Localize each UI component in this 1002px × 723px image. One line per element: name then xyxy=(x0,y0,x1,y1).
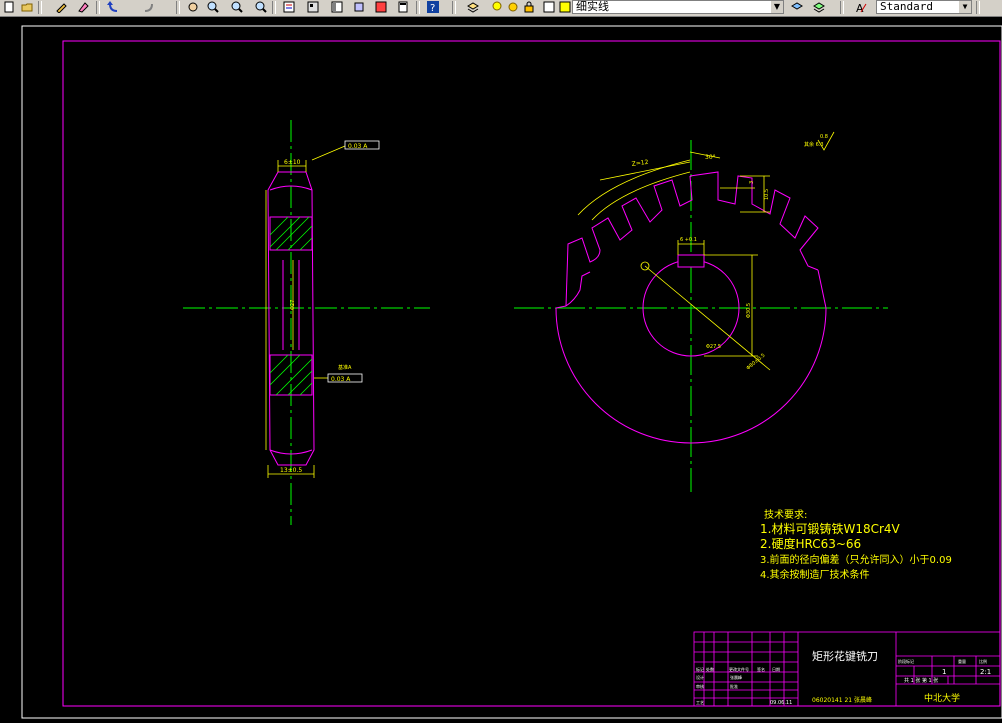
redo-icon[interactable] xyxy=(142,0,156,14)
toolbar-separator xyxy=(176,1,180,14)
lock-icon[interactable] xyxy=(522,0,536,14)
datum-label: 基准A xyxy=(338,364,352,371)
zoom-window-icon[interactable] xyxy=(230,0,244,14)
side-view: 6±10 13±0.5 Φ27 0.03 A 0.03 A 基准A xyxy=(183,120,430,525)
sheet-set-icon[interactable] xyxy=(352,0,366,14)
open-icon[interactable] xyxy=(20,0,34,14)
layer-dropdown[interactable]: 细实线 ▼ xyxy=(572,0,784,14)
front-view: Z=12 30° 3 10.5 6 +0.1 Φ30.5 Φ80±0.5 Φ27… xyxy=(514,131,888,492)
toolbar-separator xyxy=(96,1,100,14)
sheet-info: 共 1 张 第 1 张 xyxy=(904,677,938,684)
outer-dia-dim: Φ80±0.5 xyxy=(745,353,766,372)
front-keyway xyxy=(677,254,705,268)
bulb-icon[interactable] xyxy=(490,0,504,14)
layer-states-icon[interactable] xyxy=(542,0,556,14)
side-bottom-width-dim: 13±0.5 xyxy=(280,467,302,474)
surface-finish-symbol: 其余 6.3 0.8 xyxy=(804,131,835,151)
header-cell-date: 日期 xyxy=(772,666,780,672)
drawing-frame xyxy=(62,40,1001,707)
svg-text:?: ? xyxy=(430,3,435,13)
undo-icon[interactable] xyxy=(106,0,120,14)
side-cell-scale: 比例 xyxy=(979,658,987,664)
tech-title: 技术要求: xyxy=(764,508,807,521)
tool-palette-icon[interactable] xyxy=(330,0,344,14)
header-cell-file: 更改文件号 xyxy=(729,666,749,672)
new-icon[interactable] xyxy=(2,0,16,14)
eraser-icon[interactable] xyxy=(76,0,90,14)
school-name: 中北大学 xyxy=(924,692,960,704)
sheet-outer-border xyxy=(21,25,1002,719)
tech-item-1: 1.材料可锻铸铁W18Cr4V xyxy=(760,521,901,536)
svg-text:0.8: 0.8 xyxy=(820,134,828,140)
tech-item-3: 3.前面的径向偏差（只允许同入）小于0.09 xyxy=(760,553,952,566)
quantity-value: 1 xyxy=(942,668,946,676)
approve-label: 批准 xyxy=(730,683,738,689)
chevron-down-icon[interactable]: ▼ xyxy=(959,1,971,13)
side-top-width-dim: 6±10 xyxy=(284,159,301,166)
row-design: 设计 xyxy=(696,674,704,680)
drawing-svg: 6±10 13±0.5 Φ27 0.03 A 0.03 A 基准A Z=12 3… xyxy=(21,25,1002,719)
layer-previous-icon[interactable] xyxy=(790,0,804,14)
layer-dropdown-value: 细实线 xyxy=(576,0,609,13)
tooth-angle-label: 30° xyxy=(705,154,716,161)
color-square-icon[interactable] xyxy=(558,0,572,14)
zoom-previous-icon[interactable] xyxy=(254,0,268,14)
header-cell-sign: 签名 xyxy=(757,666,765,672)
tooth-height-dim: 3 xyxy=(749,181,755,184)
designer-name: 张晨峰 xyxy=(730,674,742,680)
part-name: 矩形花键铣刀 xyxy=(812,649,878,663)
zoom-realtime-icon[interactable] xyxy=(206,0,220,14)
header-cell-count: 处数 xyxy=(706,666,714,672)
side-bore-dim: Φ27 xyxy=(290,300,296,310)
keyway-depth-dim: Φ30.5 xyxy=(746,303,752,318)
svg-text:其余 6.3: 其余 6.3 xyxy=(804,141,824,148)
calculator-icon[interactable] xyxy=(396,0,410,14)
svg-text:A: A xyxy=(856,2,864,13)
toolbar-separator xyxy=(272,1,276,14)
toolbar-separator xyxy=(38,1,42,14)
pan-icon[interactable] xyxy=(186,0,200,14)
technical-requirements: 技术要求: 1.材料可锻铸铁W18Cr4V 2.硬度HRC63~66 3.前面的… xyxy=(760,508,952,581)
toolbar-separator xyxy=(976,1,980,14)
tolerance-top: 0.03 A xyxy=(348,143,368,150)
side-cell-stage: 阶段标记 xyxy=(898,658,914,664)
row-review: 审核 xyxy=(696,683,704,689)
standard-toolbar: ? 细实线 ▼ A Standard ▼ xyxy=(0,0,1002,17)
pencil-icon[interactable] xyxy=(54,0,68,14)
markup-icon[interactable] xyxy=(374,0,388,14)
title-block-date: 09.06.11 xyxy=(770,700,792,706)
side-cell-weight: 重量 xyxy=(958,658,966,664)
properties-icon[interactable] xyxy=(282,0,296,14)
text-style-value: Standard xyxy=(880,0,933,13)
tooth-depth-dim: 10.5 xyxy=(764,189,770,200)
sun-icon[interactable] xyxy=(506,0,520,14)
header-cell-mark: 标记 xyxy=(696,666,704,672)
keyway-width-dim: 6 +0.1 xyxy=(680,237,697,243)
drawing-number: 06020141 21 张晨峰 xyxy=(812,696,872,704)
teeth-count-label: Z=12 xyxy=(631,159,649,168)
help-icon[interactable]: ? xyxy=(426,0,440,14)
design-center-icon[interactable] xyxy=(306,0,320,14)
bore-dia-dim: Φ27.5 xyxy=(706,344,721,350)
row-process: 工艺 xyxy=(696,700,704,705)
text-style-icon[interactable]: A xyxy=(854,0,868,14)
scale-value: 2:1 xyxy=(980,668,991,676)
tolerance-bottom: 0.03 A xyxy=(331,376,351,383)
text-style-dropdown[interactable]: Standard ▼ xyxy=(876,0,972,14)
toolbar-separator xyxy=(452,1,456,14)
chevron-down-icon[interactable]: ▼ xyxy=(771,1,783,13)
toolbar-separator xyxy=(840,1,844,14)
tech-item-4: 4.其余按制造厂技术条件 xyxy=(760,568,870,581)
layer-manager-icon[interactable] xyxy=(812,0,826,14)
drawing-canvas[interactable]: 6±10 13±0.5 Φ27 0.03 A 0.03 A 基准A Z=12 3… xyxy=(0,17,1002,719)
tech-item-2: 2.硬度HRC63~66 xyxy=(760,536,861,551)
toolbar-separator xyxy=(416,1,420,14)
layer-icon[interactable] xyxy=(466,0,480,14)
